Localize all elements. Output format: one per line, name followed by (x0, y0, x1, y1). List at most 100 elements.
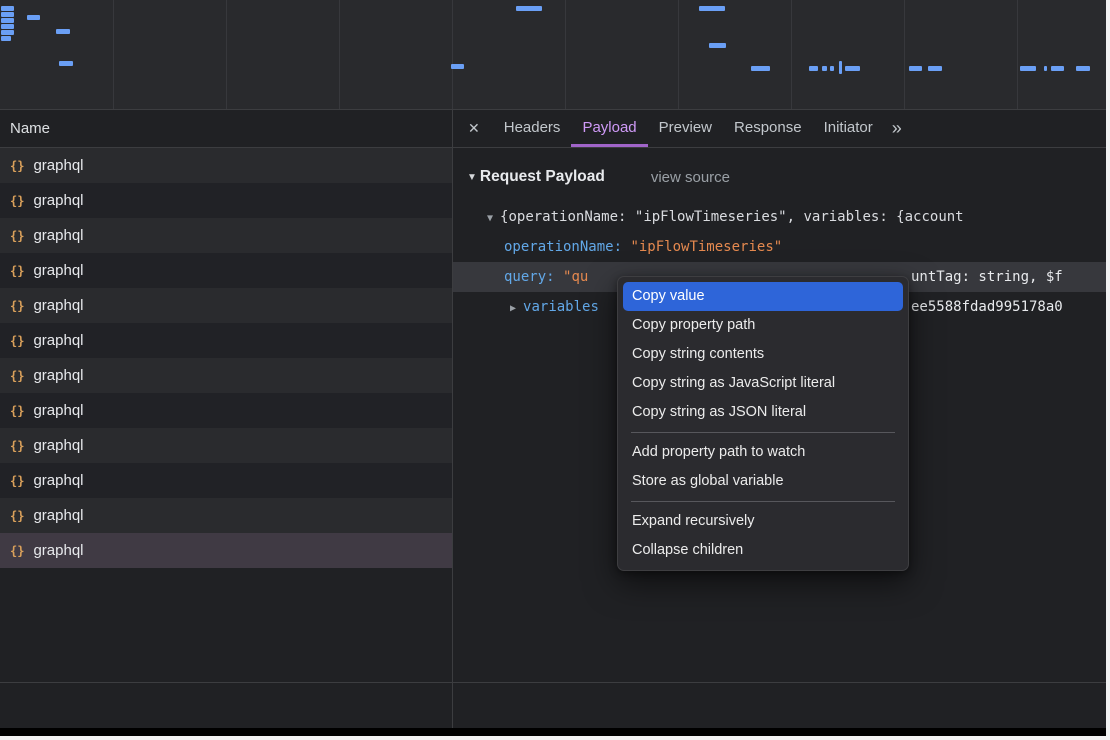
timeline-request-bar (1, 36, 11, 41)
timeline-request-bar (822, 66, 827, 71)
json-icon: {} (10, 509, 24, 523)
close-icon[interactable]: ✕ (468, 120, 480, 137)
timeline-request-bar (1051, 66, 1064, 71)
context-menu-separator (631, 501, 895, 502)
details-tabbar: ✕ HeadersPayloadPreviewResponseInitiator… (453, 110, 1106, 148)
context-menu-item[interactable]: Copy value (623, 282, 903, 311)
json-icon: {} (10, 439, 24, 453)
timeline-request-bar (1, 12, 14, 17)
request-name-label: graphql (33, 227, 83, 244)
request-name-label: graphql (33, 192, 83, 209)
request-payload-section-header[interactable]: ▼ Request Payload view source (453, 164, 1106, 190)
json-icon: {} (10, 334, 24, 348)
network-request-row[interactable]: {}graphql (0, 393, 452, 428)
tab-payload[interactable]: Payload (571, 110, 647, 147)
network-request-row[interactable]: {}graphql (0, 533, 452, 568)
tree-root-line[interactable]: ▼ {operationName: "ipFlowTimeseries", var… (453, 202, 1106, 232)
network-request-row[interactable]: {} graphql (0, 218, 452, 253)
network-request-row[interactable]: {} graphql (0, 498, 452, 533)
network-request-row[interactable]: {}graphql (0, 428, 452, 463)
network-request-row[interactable]: {}graphql (0, 288, 452, 323)
overflow-tabs-icon[interactable]: » (892, 118, 902, 139)
json-icon: {} (10, 194, 24, 208)
tab-headers[interactable]: Headers (493, 110, 572, 147)
property-key: variables (523, 299, 599, 315)
timeline-gridline (452, 0, 453, 109)
timeline-request-bar (1076, 66, 1090, 71)
property-value-continued: ee5588fdad995178a0 (911, 292, 1063, 322)
tab-initiator[interactable]: Initiator (813, 110, 884, 147)
context-menu-item[interactable]: Copy property path (623, 311, 903, 340)
context-menu: Copy valueCopy property pathCopy string … (617, 276, 909, 571)
request-name-label: graphql (33, 542, 83, 559)
timeline-request-bar (928, 66, 942, 71)
property-value-start: "qu (563, 269, 588, 285)
tab-preview[interactable]: Preview (648, 110, 723, 147)
timeline-request-bar (839, 61, 842, 74)
context-menu-item[interactable]: Expand recursively (623, 507, 903, 536)
name-column-label: Name (10, 120, 50, 137)
view-source-link[interactable]: view source (651, 169, 730, 186)
property-key: operationName: (504, 239, 622, 255)
timeline-gridline (565, 0, 566, 109)
network-request-row[interactable]: {}graphql (0, 463, 452, 498)
timeline-request-bar (1044, 66, 1047, 71)
json-icon: {} (10, 159, 24, 173)
timeline-request-bar (809, 66, 818, 71)
timeline-request-bar (699, 6, 725, 11)
timeline-request-bar (845, 66, 860, 71)
devtools-network-panel: Name {}graphql{}graphql{}graphql{}graphq… (0, 0, 1106, 736)
caret-down-icon[interactable]: ▼ (487, 213, 493, 224)
timeline-request-bar (1, 30, 14, 35)
request-name-label: graphql (33, 507, 83, 524)
json-icon: {} (10, 299, 24, 313)
json-icon: {} (10, 264, 24, 278)
json-icon: {} (10, 229, 24, 243)
main-split: Name {}graphql{}graphql{}graphql{}graphq… (0, 110, 1106, 728)
timeline-gridline (791, 0, 792, 109)
request-name-label: graphql (33, 472, 83, 489)
window-bottom-edge (0, 728, 1106, 736)
requests-list: {} graphql {} graphql {} graphql {} graphql {} gr… (0, 148, 452, 568)
context-menu-item[interactable]: Copy string contents (623, 340, 903, 369)
timeline-request-bar (56, 29, 70, 34)
timeline-request-bar (27, 15, 40, 20)
timeline-gridline (226, 0, 227, 109)
context-menu-item[interactable]: Store as global variable (623, 467, 903, 496)
network-overview-timeline[interactable] (0, 0, 1106, 110)
name-column-header[interactable]: Name (0, 110, 452, 148)
network-request-row[interactable]: {} graphql (0, 253, 452, 288)
timeline-request-bar (1020, 66, 1036, 71)
network-request-row[interactable]: {} graphql (0, 183, 452, 218)
tree-line-operation-name[interactable]: operationName: "ipFlowTimeseries" (453, 232, 1106, 262)
timeline-gridline (678, 0, 679, 109)
network-request-row[interactable]: {} graphql (0, 323, 452, 358)
network-request-row[interactable]: {} graphql (0, 148, 452, 183)
requests-pane: Name {}graphql{}graphql{}graphql{}graphq… (0, 110, 453, 728)
timeline-request-bar (59, 61, 73, 66)
tab-response[interactable]: Response (723, 110, 813, 147)
context-menu-item[interactable]: Copy string as JavaScript literal (623, 369, 903, 398)
context-menu-item[interactable]: Copy string as JSON literal (623, 398, 903, 427)
timeline-request-bar (830, 66, 834, 71)
caret-right-icon[interactable]: ▶ (510, 303, 516, 314)
timeline-request-bar (1, 6, 14, 11)
property-key: query: (504, 269, 555, 285)
context-menu-item[interactable]: Collapse children (623, 536, 903, 565)
request-name-label: graphql (33, 367, 83, 384)
timeline-request-bar (709, 43, 726, 48)
json-icon: {} (10, 369, 24, 383)
network-request-row[interactable]: {} graphql (0, 358, 452, 393)
request-name-label: graphql (33, 157, 83, 174)
caret-down-icon: ▼ (467, 172, 477, 183)
timeline-request-bar (451, 64, 464, 69)
section-title: Request Payload (480, 168, 605, 186)
root-summary: {operationName: "ipFlowTimeseries", vari… (500, 209, 964, 225)
context-menu-separator (631, 432, 895, 433)
json-icon: {} (10, 404, 24, 418)
context-menu-item[interactable]: Add property path to watch (623, 438, 903, 467)
request-name-label: graphql (33, 332, 83, 349)
timeline-request-bar (751, 66, 770, 71)
request-name-label: graphql (33, 262, 83, 279)
timeline-request-bar (1, 18, 14, 23)
